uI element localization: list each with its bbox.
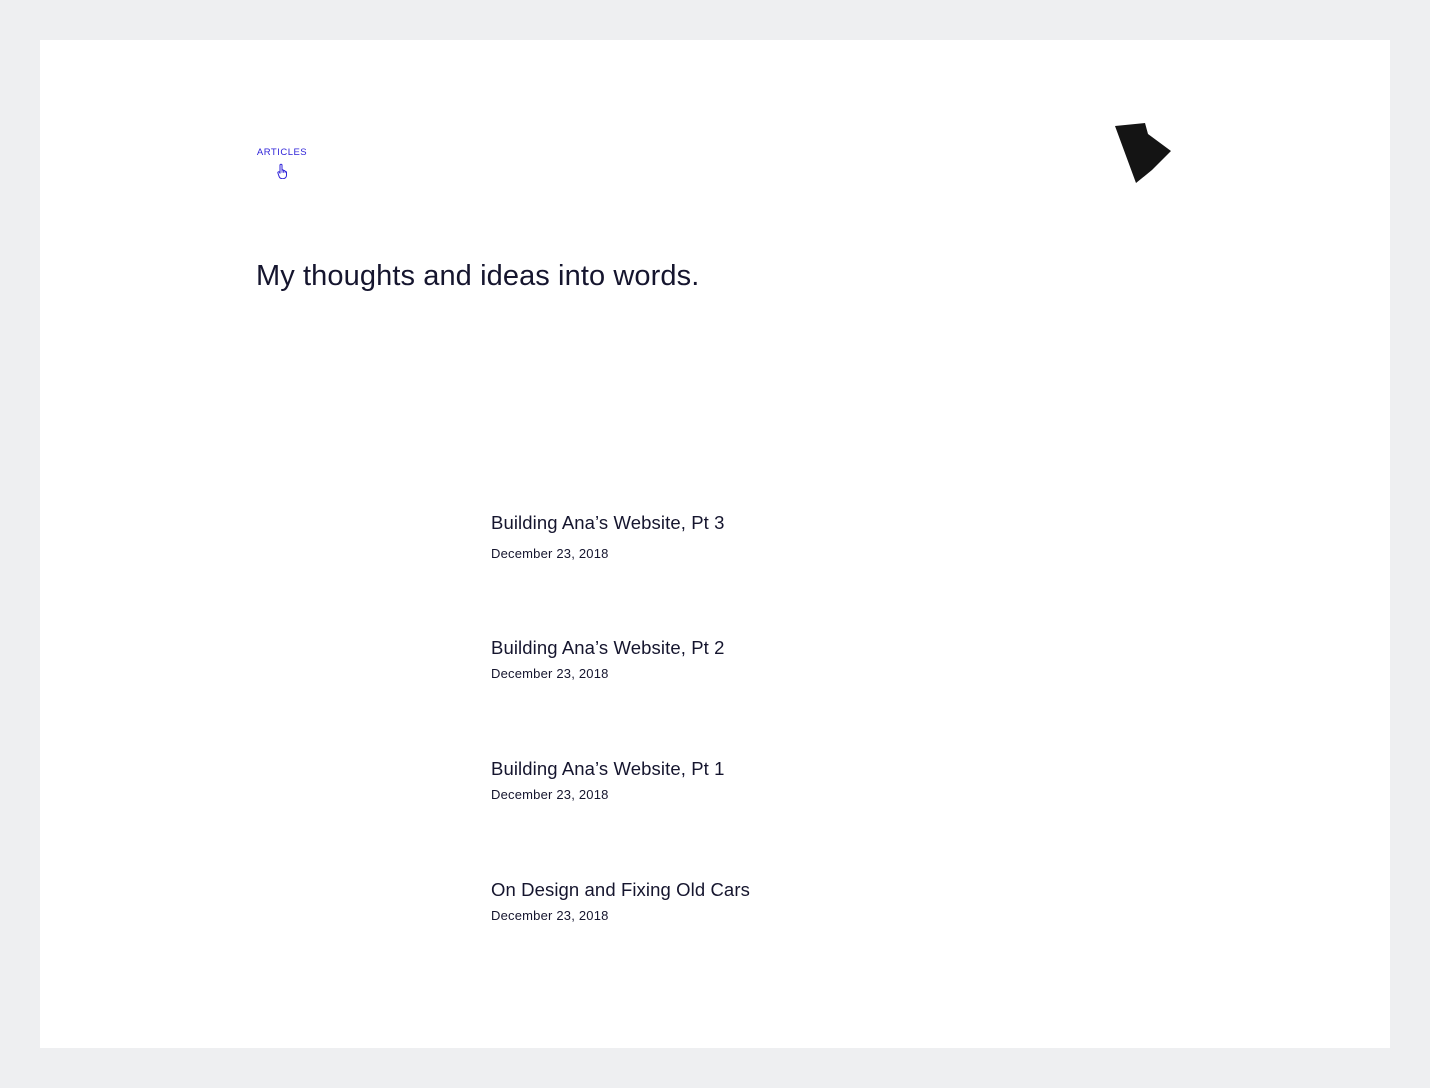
article-date: December 23, 2018 bbox=[491, 787, 609, 802]
article-date: December 23, 2018 bbox=[491, 546, 609, 561]
article-date: December 23, 2018 bbox=[491, 908, 609, 923]
nav-articles-label: ARTICLES bbox=[256, 147, 308, 158]
article-date: December 23, 2018 bbox=[491, 666, 609, 681]
article-item[interactable]: Building Ana’s Website, Pt 2 December 23… bbox=[491, 635, 1011, 683]
pointing-hand-icon bbox=[277, 163, 287, 179]
page-container: ARTICLES My thoughts and ideas into word… bbox=[40, 40, 1390, 1048]
article-title[interactable]: Building Ana’s Website, Pt 3 bbox=[491, 510, 1011, 536]
article-item[interactable]: On Design and Fixing Old Cars December 2… bbox=[491, 877, 1011, 925]
nav-articles-link[interactable]: ARTICLES bbox=[256, 146, 308, 179]
article-item[interactable]: Building Ana’s Website, Pt 3 December 23… bbox=[491, 510, 1011, 563]
page-tagline: My thoughts and ideas into words. bbox=[256, 260, 700, 292]
article-title[interactable]: Building Ana’s Website, Pt 2 bbox=[491, 635, 1011, 661]
article-title[interactable]: Building Ana’s Website, Pt 1 bbox=[491, 756, 1011, 782]
article-title[interactable]: On Design and Fixing Old Cars bbox=[491, 877, 1011, 903]
article-item[interactable]: Building Ana’s Website, Pt 1 December 23… bbox=[491, 756, 1011, 804]
site-logo-icon[interactable] bbox=[1113, 122, 1173, 184]
